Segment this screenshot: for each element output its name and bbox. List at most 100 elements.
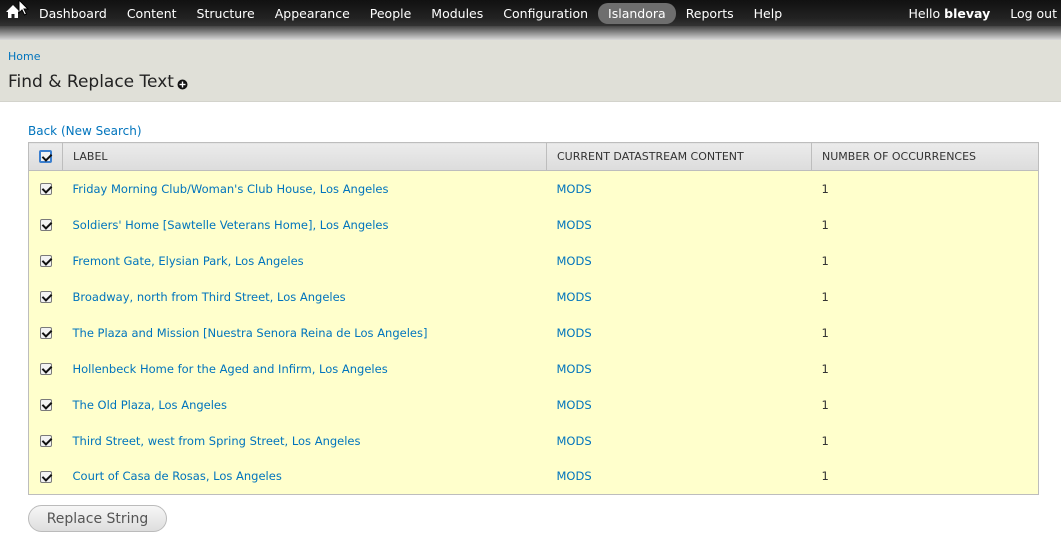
row-checkbox[interactable] (39, 291, 52, 303)
logout-link[interactable]: Log out (1010, 6, 1057, 21)
object-label-link[interactable]: The Old Plaza, Los Angeles (73, 398, 228, 412)
admin-toolbar: Dashboard Content Structure Appearance Peopl… (0, 0, 1061, 26)
results-table: LABEL CURRENT DATASTREAM CONTENT NUMBER … (28, 142, 1039, 495)
datastream-cell: MODS (546, 278, 812, 315)
table-row: Soldiers' Home [Sawtelle Veterans Home],… (28, 206, 1039, 243)
menu-item-help[interactable]: Help (744, 3, 793, 24)
label-cell: Fremont Gate, Elysian Park, Los Angeles (62, 242, 547, 279)
occurrences-cell: 1 (811, 386, 1039, 423)
object-label-link[interactable]: Friday Morning Club/Woman's Club House, … (73, 182, 389, 196)
row-select-cell (28, 206, 63, 243)
datastream-cell: MODS (546, 242, 812, 279)
add-shortcut-icon[interactable] (177, 79, 188, 90)
row-select-cell (28, 386, 63, 423)
object-label-link[interactable]: Fremont Gate, Elysian Park, Los Angeles (73, 254, 304, 268)
row-checkbox[interactable] (39, 327, 52, 339)
menu-item-appearance[interactable]: Appearance (265, 3, 360, 24)
datastream-link[interactable]: MODS (557, 290, 592, 304)
datastream-link[interactable]: MODS (557, 398, 592, 412)
page-header: Home Find & Replace Text (0, 40, 1061, 102)
occurrences-cell: 1 (811, 314, 1039, 351)
datastream-link[interactable]: MODS (557, 469, 592, 483)
occurrences-cell: 1 (811, 170, 1039, 207)
row-checkbox[interactable] (39, 435, 52, 447)
object-label-link[interactable]: Third Street, west from Spring Street, L… (73, 434, 361, 448)
datastream-link[interactable]: MODS (557, 326, 592, 340)
user-area: Hello blevay Log out (908, 0, 1057, 26)
column-header-datastream[interactable]: CURRENT DATASTREAM CONTENT (546, 142, 812, 171)
row-checkbox[interactable] (39, 399, 52, 411)
menu-item-configuration[interactable]: Configuration (493, 3, 598, 24)
replace-string-button[interactable]: Replace String (28, 505, 167, 532)
label-cell: Third Street, west from Spring Street, L… (62, 422, 547, 459)
menu-item-islandora[interactable]: Islandora (598, 2, 676, 24)
menu-item-content[interactable]: Content (117, 3, 187, 24)
object-label-link[interactable]: Court of Casa de Rosas, Los Angeles (73, 469, 282, 483)
row-select-cell (28, 314, 63, 351)
table-row: The Plaza and Mission [Nuestra Senora Re… (28, 314, 1039, 351)
datastream-link[interactable]: MODS (557, 254, 592, 268)
page-title: Find & Replace Text (8, 72, 174, 92)
object-label-link[interactable]: Soldiers' Home [Sawtelle Veterans Home],… (73, 218, 389, 232)
datastream-cell: MODS (546, 206, 812, 243)
occurrences-cell: 1 (811, 458, 1039, 495)
label-cell: The Old Plaza, Los Angeles (62, 386, 547, 423)
column-header-label[interactable]: LABEL (62, 142, 547, 171)
row-select-cell (28, 458, 63, 495)
toolbar-menu: Dashboard Content Structure Appearance Peopl… (29, 0, 792, 26)
occurrences-cell: 1 (811, 206, 1039, 243)
column-header-occurrences[interactable]: NUMBER OF OCCURRENCES (811, 142, 1039, 171)
table-header-row: LABEL CURRENT DATASTREAM CONTENT NUMBER … (28, 142, 1039, 171)
menu-item-people[interactable]: People (360, 3, 422, 24)
row-checkbox[interactable] (39, 219, 52, 231)
object-label-link[interactable]: Hollenbeck Home for the Aged and Infirm,… (73, 362, 388, 376)
datastream-cell: MODS (546, 170, 812, 207)
table-row: Hollenbeck Home for the Aged and Infirm,… (28, 350, 1039, 387)
row-checkbox[interactable] (39, 470, 52, 483)
breadcrumb-home[interactable]: Home (8, 50, 40, 63)
datastream-link[interactable]: MODS (557, 362, 592, 376)
object-label-link[interactable]: Broadway, north from Third Street, Los A… (73, 290, 346, 304)
table-row: Third Street, west from Spring Street, L… (28, 422, 1039, 459)
label-cell: Court of Casa de Rosas, Los Angeles (62, 458, 547, 495)
username[interactable]: blevay (944, 6, 990, 21)
datastream-cell: MODS (546, 422, 812, 459)
row-select-cell (28, 242, 63, 279)
datastream-link[interactable]: MODS (557, 182, 592, 196)
occurrences-cell: 1 (811, 242, 1039, 279)
menu-item-dashboard[interactable]: Dashboard (29, 3, 117, 24)
label-cell: Hollenbeck Home for the Aged and Infirm,… (62, 350, 547, 387)
row-select-cell (28, 278, 63, 315)
mouse-cursor-icon (18, 0, 30, 16)
row-select-cell (28, 350, 63, 387)
datastream-cell: MODS (546, 386, 812, 423)
datastream-link[interactable]: MODS (557, 434, 592, 448)
label-cell: Soldiers' Home [Sawtelle Veterans Home],… (62, 206, 547, 243)
object-label-link[interactable]: The Plaza and Mission [Nuestra Senora Re… (73, 326, 428, 340)
datastream-link[interactable]: MODS (557, 218, 592, 232)
row-select-cell (28, 422, 63, 459)
select-all-checkbox[interactable] (39, 150, 52, 164)
select-all-cell (28, 142, 63, 171)
menu-item-structure[interactable]: Structure (187, 3, 265, 24)
table-row: The Old Plaza, Los Angeles MODS 1 (28, 386, 1039, 423)
row-checkbox[interactable] (39, 255, 52, 267)
menu-item-reports[interactable]: Reports (676, 3, 744, 24)
table-row: Fremont Gate, Elysian Park, Los Angeles M… (28, 242, 1039, 279)
row-checkbox[interactable] (39, 363, 52, 375)
table-row: Broadway, north from Third Street, Los A… (28, 278, 1039, 315)
results-table-wrapper: LABEL CURRENT DATASTREAM CONTENT NUMBER … (28, 142, 1039, 495)
row-checkbox[interactable] (39, 183, 52, 196)
label-cell: Friday Morning Club/Woman's Club House, … (62, 170, 547, 207)
occurrences-cell: 1 (811, 422, 1039, 459)
row-select-cell (28, 170, 63, 207)
back-new-search-link[interactable]: Back (New Search) (28, 124, 142, 138)
toolbar-shadow (0, 26, 1061, 40)
datastream-cell: MODS (546, 314, 812, 351)
label-cell: Broadway, north from Third Street, Los A… (62, 278, 547, 315)
datastream-cell: MODS (546, 350, 812, 387)
menu-item-modules[interactable]: Modules (421, 3, 493, 24)
table-row: Court of Casa de Rosas, Los Angeles MODS 1 (28, 458, 1039, 495)
occurrences-cell: 1 (811, 278, 1039, 315)
label-cell: The Plaza and Mission [Nuestra Senora Re… (62, 314, 547, 351)
